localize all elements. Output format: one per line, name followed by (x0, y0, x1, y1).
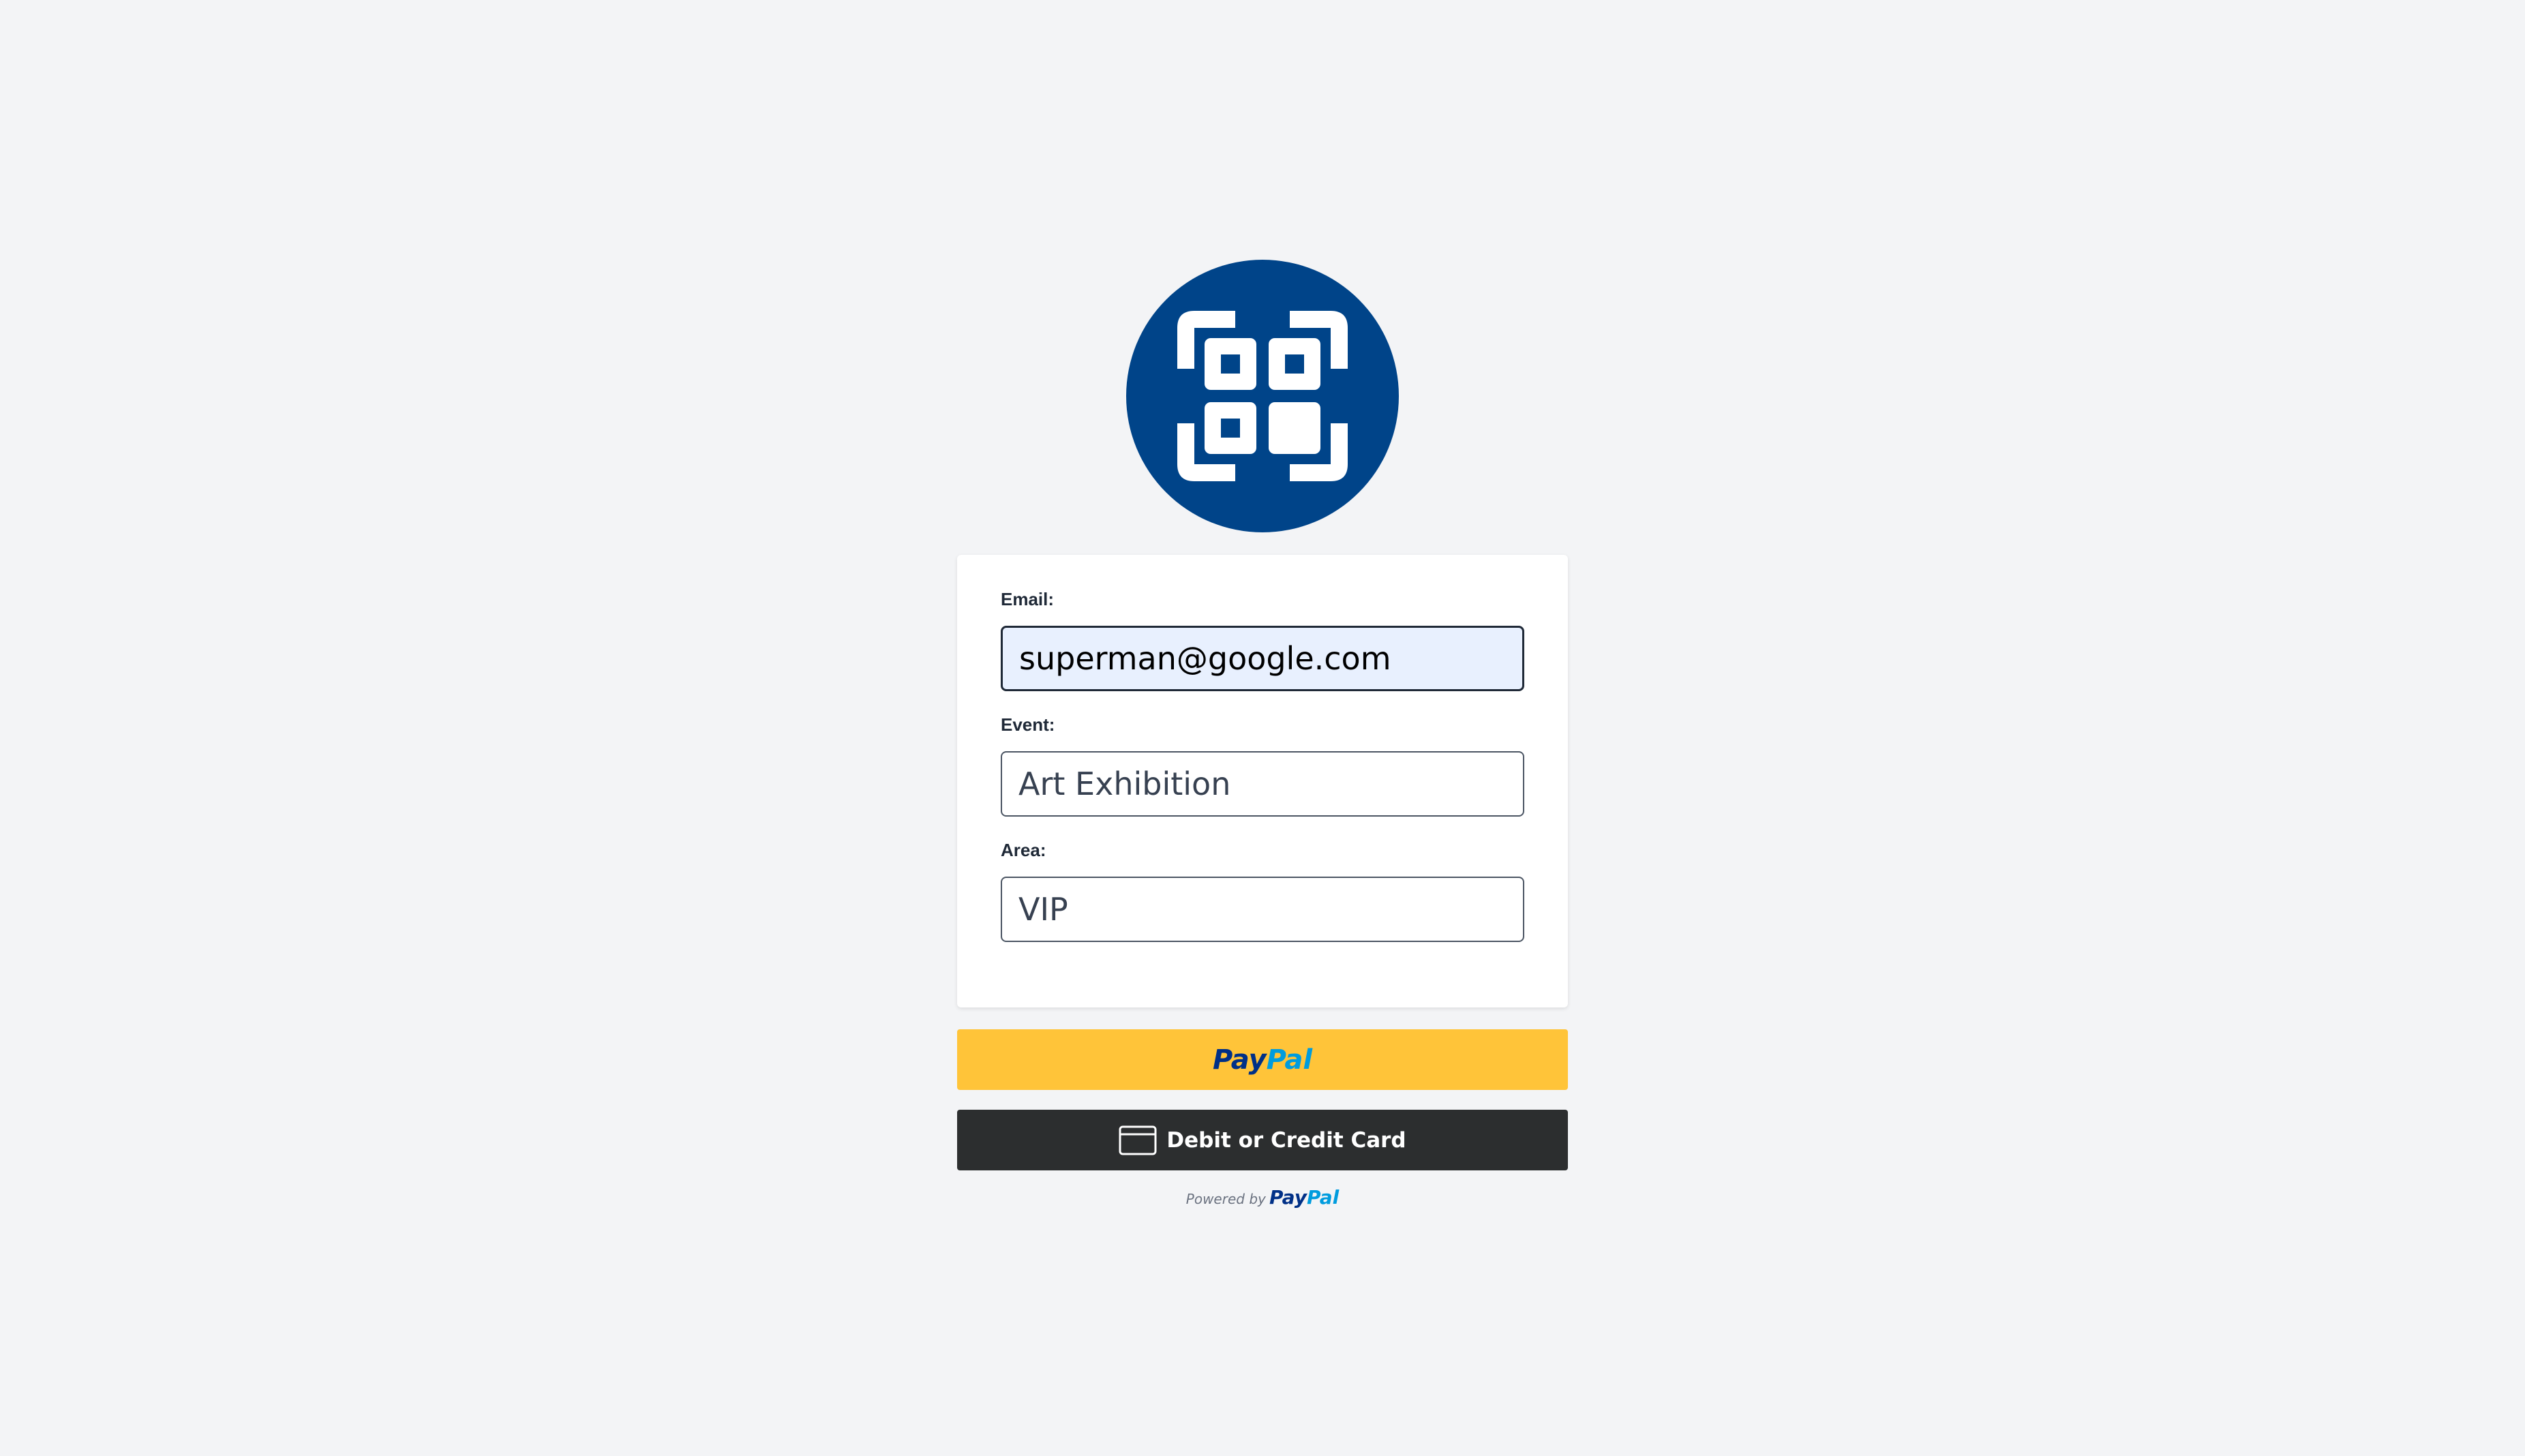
area-field[interactable] (1001, 877, 1524, 942)
qr-code-scan-icon (1177, 311, 1348, 481)
powered-by-logo-part-2: Pal (1306, 1186, 1340, 1209)
email-label: Email: (1001, 589, 1055, 609)
powered-by-logo-part-1: Pay (1269, 1186, 1307, 1209)
page: Email: Event: Area: PayPal Debit or Cred… (0, 0, 2525, 1456)
paypal-logo-part-2: Pal (1266, 1044, 1313, 1076)
powered-by-paypal: Powered by PayPal (957, 1186, 1568, 1209)
powered-by-text: Powered by (1185, 1191, 1266, 1207)
event-field[interactable] (1001, 751, 1524, 817)
paypal-button[interactable]: Pay Pal (957, 1029, 1568, 1090)
event-label: Event: (1001, 714, 1055, 735)
credit-card-icon (1119, 1125, 1157, 1155)
paypal-logo-part-1: Pay (1212, 1044, 1267, 1076)
email-field[interactable] (1001, 626, 1524, 691)
ticket-form-card: Email: Event: Area: (957, 555, 1568, 1007)
qr-logo (1126, 260, 1399, 532)
card-button-label: Debit or Credit Card (1166, 1127, 1406, 1153)
debit-credit-card-button[interactable]: Debit or Credit Card (957, 1110, 1568, 1170)
area-label: Area: (1001, 840, 1046, 860)
